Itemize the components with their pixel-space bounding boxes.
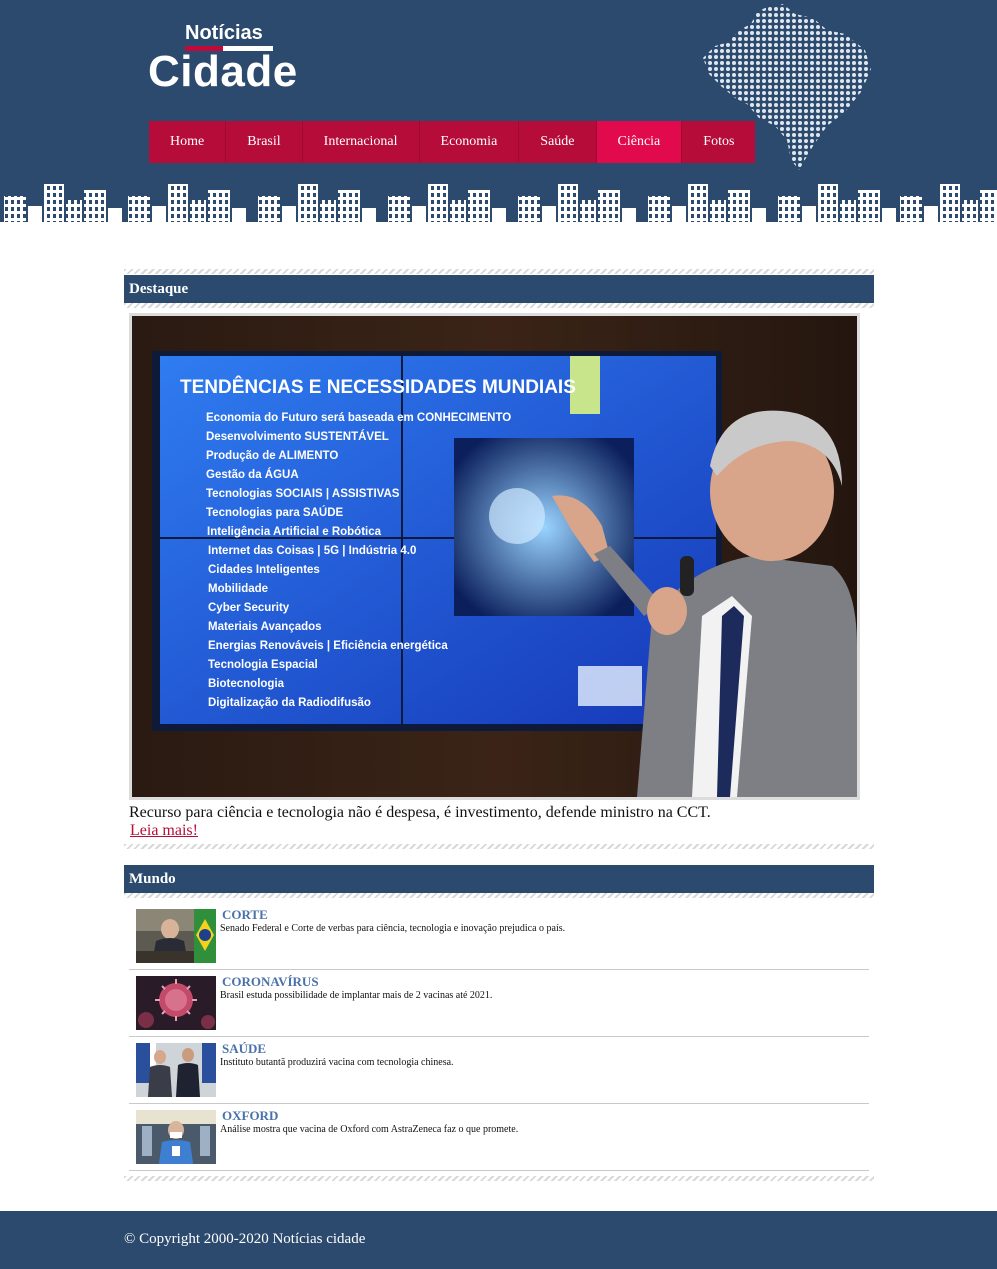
- slide-bullet: Tecnologias SOCIAIS | ASSISTIVAS: [206, 488, 400, 500]
- news-thumbnail[interactable]: [136, 976, 216, 1030]
- news-thumbnail[interactable]: [136, 1110, 216, 1164]
- section-separator: [124, 303, 874, 308]
- slide-bullet: Internet das Coisas | 5G | Indústria 4.0: [208, 545, 416, 557]
- news-title[interactable]: SAÚDE: [222, 1041, 266, 1057]
- slide-bullet: Tecnologia Espacial: [208, 659, 318, 671]
- slide-bullet: Mobilidade: [208, 583, 268, 595]
- news-list: CORTE Senado Federal e Corte de verbas p…: [129, 903, 869, 1171]
- site-header: Notícias Cidade Home Brasil Internaciona…: [0, 0, 997, 230]
- featured-photo: TENDÊNCIAS E NECESSIDADES MUNDIAIS Econo…: [132, 316, 857, 797]
- logo-top-text: Notícias: [185, 22, 263, 44]
- section-title-destaque: Destaque: [124, 275, 874, 303]
- slide-bullet: Energias Renováveis | Eficiência energét…: [208, 640, 448, 652]
- nav-item-saude[interactable]: Saúde: [519, 121, 597, 163]
- copyright-text: © Copyright 2000-2020 Notícias cidade: [124, 1231, 366, 1247]
- read-more-link[interactable]: Leia mais!: [130, 822, 198, 840]
- section-separator: [124, 269, 874, 274]
- slide-bullet: Produção de ALIMENTO: [206, 450, 338, 462]
- slide-bullet: Materiais Avançados: [208, 621, 322, 633]
- section-separator: [124, 844, 874, 849]
- slide-bullet: Cyber Security: [208, 602, 290, 614]
- nav-item-brasil[interactable]: Brasil: [226, 121, 303, 163]
- news-summary: Instituto butantã produzirá vacina com t…: [220, 1057, 454, 1068]
- site-footer: © Copyright 2000-2020 Notícias cidade: [0, 1211, 997, 1269]
- senate-thumbnail-image: [136, 909, 216, 963]
- nav-item-fotos[interactable]: Fotos: [682, 121, 755, 163]
- featured-image[interactable]: TENDÊNCIAS E NECESSIDADES MUNDIAIS Econo…: [129, 313, 860, 800]
- news-summary: Brasil estuda possibilidade de implantar…: [220, 990, 493, 1001]
- section-separator: [124, 1176, 874, 1181]
- slide-bullet: Inteligência Artificial e Robótica: [207, 526, 382, 538]
- slide-bullet: Digitalização da Radiodifusão: [208, 697, 371, 709]
- news-item[interactable]: SAÚDE Instituto butantã produzirá vacina…: [129, 1037, 869, 1104]
- virus-thumbnail-image: [136, 976, 216, 1030]
- featured-caption: Recurso para ciência e tecnologia não é …: [129, 804, 711, 821]
- slide-bullet: Tecnologias para SAÚDE: [206, 506, 344, 519]
- logo-main-text: Cidade: [148, 47, 298, 96]
- city-skyline-graphic: [0, 184, 997, 230]
- nav-item-ciencia[interactable]: Ciência: [596, 121, 683, 163]
- news-title[interactable]: OXFORD: [222, 1108, 278, 1124]
- section-separator: [124, 893, 874, 898]
- officials-thumbnail-image: [136, 1043, 216, 1097]
- news-summary: Análise mostra que vacina de Oxford com …: [220, 1124, 519, 1135]
- news-thumbnail[interactable]: [136, 1043, 216, 1097]
- nav-item-home[interactable]: Home: [149, 121, 227, 163]
- lab-thumbnail-image: [136, 1110, 216, 1164]
- slide-bullet: Economia do Futuro será baseada em CONHE…: [206, 412, 511, 424]
- nav-item-economia[interactable]: Economia: [420, 121, 520, 163]
- news-thumbnail[interactable]: [136, 909, 216, 963]
- slide-bullet: Desenvolvimento SUSTENTÁVEL: [206, 430, 389, 443]
- section-title-mundo: Mundo: [124, 865, 874, 893]
- main-nav: Home Brasil Internacional Economia Saúde…: [149, 121, 756, 163]
- news-title[interactable]: CORTE: [222, 907, 268, 923]
- slide-heading: TENDÊNCIAS E NECESSIDADES MUNDIAIS: [180, 376, 576, 398]
- slide-bullet: Gestão da ÁGUA: [206, 468, 299, 481]
- news-summary: Senado Federal e Corte de verbas para ci…: [220, 923, 566, 934]
- slide-bullet: Biotecnologia: [208, 678, 285, 690]
- news-item[interactable]: OXFORD Análise mostra que vacina de Oxfo…: [129, 1104, 869, 1171]
- news-title[interactable]: CORONAVÍRUS: [222, 974, 319, 990]
- news-item[interactable]: CORONAVÍRUS Brasil estuda possibilidade …: [129, 970, 869, 1037]
- slide-bullet: Cidades Inteligentes: [208, 564, 320, 576]
- nav-item-internacional[interactable]: Internacional: [303, 121, 420, 163]
- news-item[interactable]: CORTE Senado Federal e Corte de verbas p…: [129, 903, 869, 970]
- site-logo[interactable]: Notícias Cidade: [148, 20, 308, 100]
